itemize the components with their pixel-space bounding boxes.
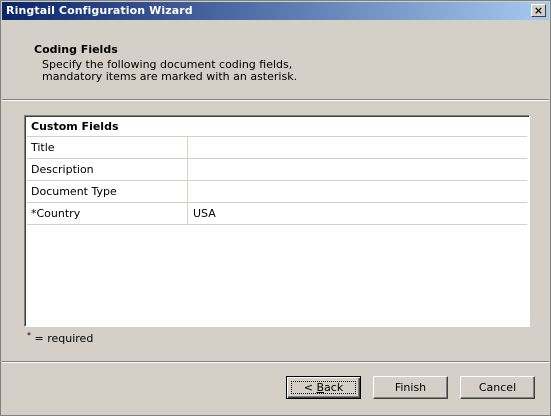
description-line-2: mandatory items are marked with an aster…: [42, 70, 298, 83]
required-footnote: * = required: [27, 331, 94, 345]
close-icon: ×: [533, 4, 544, 17]
grid-heading: Custom Fields: [27, 118, 527, 137]
footnote-text: = required: [31, 332, 94, 345]
custom-fields-grid[interactable]: Custom Fields Title Description Document…: [24, 115, 530, 327]
page-title: Coding Fields: [34, 43, 118, 56]
field-row-country[interactable]: *Country USA: [27, 203, 527, 225]
field-row-description[interactable]: Description: [27, 159, 527, 181]
wizard-header: Coding Fields Specify the following docu…: [2, 20, 549, 100]
title-bar[interactable]: Ringtail Configuration Wizard ×: [2, 2, 549, 20]
header-separator: [2, 99, 549, 101]
field-row-document-type[interactable]: Document Type: [27, 181, 527, 203]
field-name: Description: [27, 159, 188, 180]
cancel-button-label: Cancel: [478, 381, 517, 394]
field-value-input[interactable]: [189, 159, 527, 180]
footer-separator: [2, 361, 549, 363]
field-value-input[interactable]: USA: [189, 203, 527, 224]
finish-button[interactable]: Finish: [373, 376, 448, 399]
field-name: *Country: [27, 203, 188, 224]
cancel-button[interactable]: Cancel: [460, 376, 535, 399]
field-name: Document Type: [27, 181, 188, 202]
finish-button-label: Finish: [394, 381, 427, 394]
asterisk-mark: *: [27, 331, 31, 340]
field-name: Title: [27, 137, 188, 158]
page-description: Specify the following document coding fi…: [42, 59, 297, 83]
field-row-title[interactable]: Title: [27, 137, 527, 159]
field-value-input[interactable]: [189, 137, 527, 158]
field-value-input[interactable]: [189, 181, 527, 202]
back-button[interactable]: < Back: [286, 376, 361, 399]
back-button-label: < Back: [303, 381, 344, 394]
wizard-window: Ringtail Configuration Wizard × Coding F…: [0, 0, 551, 416]
window-title: Ringtail Configuration Wizard: [6, 4, 193, 17]
close-button[interactable]: ×: [531, 4, 546, 17]
